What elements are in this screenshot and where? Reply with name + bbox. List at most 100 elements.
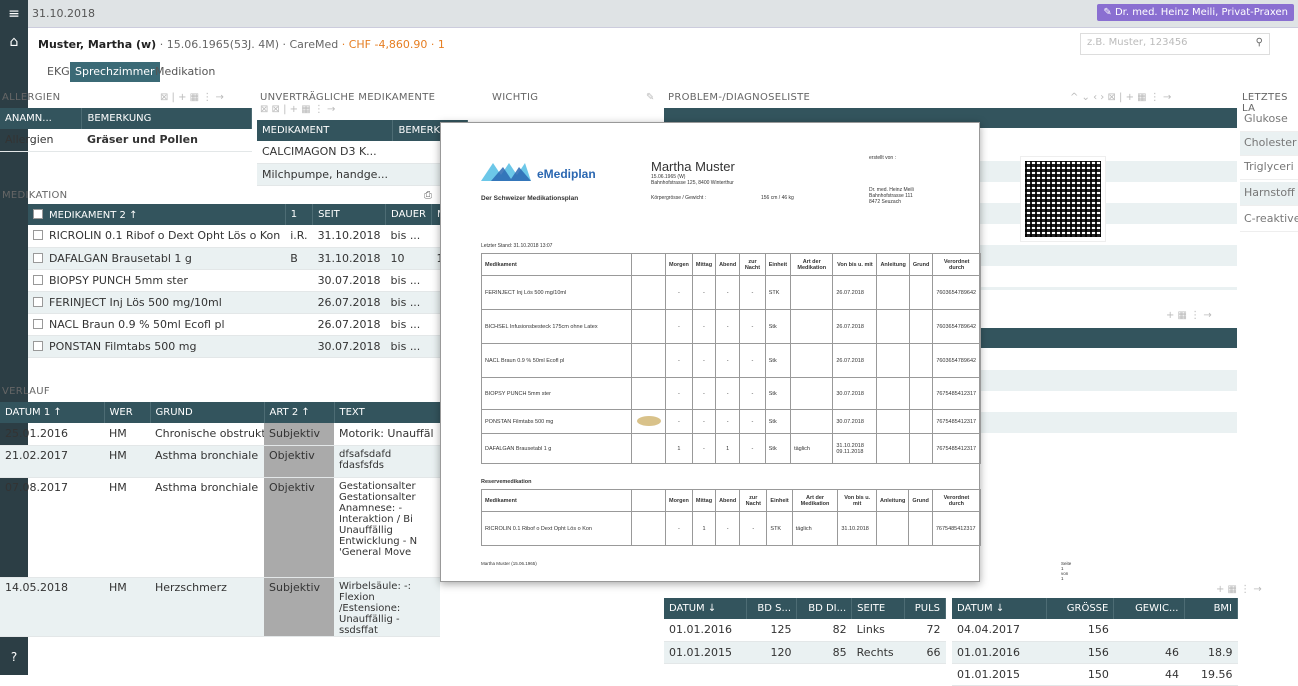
table-cell[interactable]: Milchpumpe, handge... bbox=[257, 163, 393, 186]
qr-code bbox=[1020, 156, 1106, 242]
col-header[interactable]: GRÖSSE bbox=[1046, 598, 1115, 619]
lab-item[interactable]: C-reaktive bbox=[1240, 208, 1298, 232]
growth-toolbar[interactable]: + ▦ ⋮ → bbox=[1216, 584, 1262, 595]
row-checkbox[interactable] bbox=[33, 274, 43, 285]
table-row[interactable]: 04.04.2017 156 bbox=[952, 619, 1238, 642]
tab-sprechzimmer[interactable]: Sprechzimmer bbox=[70, 62, 160, 82]
col-header[interactable]: 1 bbox=[285, 204, 314, 225]
col-header[interactable]: TEXT bbox=[334, 402, 441, 423]
table-row[interactable]: 25.01.2016HMChronische obstruktive...Sub… bbox=[0, 423, 440, 446]
problem-toolbar[interactable]: ^ ⌄ ‹ › ⊠ | + ▦ ⋮ → bbox=[1070, 92, 1171, 103]
table-row[interactable]: BIOPSY PUNCH 5mm ster 30.07.2018 bis ... bbox=[28, 269, 482, 292]
col-header[interactable]: MEDIKAMENT bbox=[257, 120, 394, 141]
allergy-type: Allergien bbox=[0, 129, 82, 152]
search-icon[interactable]: ⚲ bbox=[1256, 37, 1263, 48]
table-cell[interactable]: CALCIMAGON D3 K... bbox=[257, 141, 393, 164]
verlauf-table: DATUM 1 ↑ WER GRUND ART 2 ↑ TEXT 25.01.2016 H… bbox=[0, 402, 441, 637]
tab-medikation[interactable]: Medikation bbox=[150, 62, 220, 82]
emp-last-update: Letzter Stand: 31.10.2018 13:07 bbox=[481, 243, 553, 249]
table-row[interactable]: DAFALGAN Brausetabl 1 gB31.10.2018101 bbox=[28, 247, 482, 270]
allergien-toolbar[interactable]: ⊠ | + ▦ ⋮ → bbox=[160, 92, 224, 103]
current-date: 31.10.2018 bbox=[32, 7, 95, 20]
table-row[interactable]: 01.01.2016 125 82 Links 72 bbox=[664, 619, 946, 642]
col-header[interactable]: DAUER bbox=[385, 204, 432, 225]
row-checkbox[interactable] bbox=[33, 296, 43, 307]
unvert-title: UNVERTRÄGLICHE MEDIKAMENTE bbox=[260, 92, 436, 103]
emediplan-document[interactable]: eMediplan Der Schweizer Medikationsplan … bbox=[440, 122, 1106, 582]
row-checkbox[interactable] bbox=[33, 230, 43, 241]
emp-med-row: FERINJECT Inj Lös 500 mg/10ml - - - - STK 26.0… bbox=[481, 275, 981, 310]
edit-icon[interactable]: ✎ bbox=[646, 92, 654, 103]
table-row[interactable]: RICROLIN 0.1 Ribof o Dext Opht Lös o Kon… bbox=[28, 225, 482, 248]
print-icon[interactable]: ⎙ bbox=[424, 190, 432, 201]
emp-reserve-row: RICROLIN 0.1 Ribof o Dext Opht Lös o Kon… bbox=[481, 511, 982, 546]
allergy-note: Gräser und Pollen bbox=[81, 129, 252, 152]
emp-med-row: DAFALGAN Brausetabl 1 g 1-1- Stk täglich 31.… bbox=[481, 433, 981, 464]
patient-name: Muster, Martha (w) bbox=[38, 38, 157, 51]
verlauf-title: VERLAUF bbox=[2, 386, 50, 397]
table-row[interactable]: 14.05.2018 HM Herzschmerz Subjektiv Wirbelsä… bbox=[0, 577, 440, 637]
col-header[interactable]: DATUM ↓ bbox=[952, 598, 1047, 619]
row-checkbox[interactable] bbox=[33, 318, 43, 329]
col-header[interactable]: SEITE bbox=[851, 598, 906, 619]
vitals-table: DATUM ↓ BD S... BD DI... SEITE PULS 01.01.20… bbox=[664, 598, 946, 664]
emp-med-row: PONSTAN Filmtabs 500 mg - - - - Stk 30.07.2018… bbox=[481, 409, 981, 434]
patient-header: Muster, Martha (w) · 15.06.1965(53J. 4M)… bbox=[38, 38, 445, 51]
table-row[interactable]: 01.01.2015 150 44 19.56 bbox=[952, 663, 1238, 686]
medikation-table: MEDIKAMENT 2 ↑1SEITDAUERMOMI RICROLIN 0.… bbox=[28, 204, 483, 358]
col-header[interactable]: BMI bbox=[1184, 598, 1238, 619]
search-input[interactable]: z.B. Muster, 123456 ⚲ bbox=[1080, 33, 1270, 55]
lab-item[interactable]: Harnstoff bbox=[1240, 182, 1298, 206]
col-header[interactable]: BD S... bbox=[746, 598, 798, 619]
col-header[interactable]: WER bbox=[104, 402, 151, 423]
col-header[interactable]: ART 2 ↑ bbox=[264, 402, 335, 423]
col-header[interactable]: ANAMN... bbox=[0, 108, 83, 129]
emp-reserve-title: Reservemedikation bbox=[481, 479, 532, 485]
unvert-table: MEDIKAMENT BEMERKUNG CALCIMAGON D3 K... M… bbox=[257, 120, 469, 186]
col-header[interactable]: PULS bbox=[904, 598, 946, 619]
allergien-table: ANAMN... BEMERKUNG Allergien Gräser und Po… bbox=[0, 108, 252, 152]
row-checkbox[interactable] bbox=[33, 340, 43, 351]
wichtig-title: WICHTIG bbox=[492, 92, 539, 103]
medikation-title: MEDIKATION bbox=[2, 190, 68, 201]
emp-created-label: erstellt von : bbox=[869, 155, 896, 161]
emediplan-logo-icon bbox=[481, 163, 531, 181]
emp-body-label: Körpergrösse / Gewicht : bbox=[651, 195, 707, 201]
pill-image bbox=[636, 415, 661, 426]
col-header[interactable]: DATUM 1 ↑ bbox=[0, 402, 105, 423]
row-checkbox[interactable] bbox=[33, 252, 43, 263]
panel-toolbar[interactable]: + ▦ ⋮ → bbox=[1166, 310, 1212, 321]
emp-patient-name: Martha Muster bbox=[651, 159, 735, 174]
emp-footer: Martha Muster (15.06.1965) bbox=[481, 561, 537, 566]
lab-item[interactable]: Triglyceri bbox=[1240, 156, 1298, 180]
home-icon[interactable]: ⌂ bbox=[0, 34, 28, 50]
col-header[interactable]: MEDIKAMENT 2 ↑ bbox=[28, 204, 286, 225]
emp-med-table: Medikament Morgen Mittag Abend zur Nacht Einh… bbox=[481, 253, 981, 464]
lab-item[interactable]: Cholester bbox=[1240, 132, 1298, 156]
col-header[interactable]: DATUM ↓ bbox=[664, 598, 747, 619]
table-row[interactable]: PONSTAN Filmtabs 500 mg 30.07.2018 bis ... bbox=[28, 335, 482, 358]
emp-reserve-table: Medikament Morgen Mittag Abend zur Nacht Einh… bbox=[481, 489, 982, 546]
table-row[interactable]: NACL Braun 0.9 % 50ml Ecofl pl 26.07.2018… bbox=[28, 313, 482, 336]
col-header[interactable]: GRUND bbox=[150, 402, 265, 423]
col-header[interactable]: SEIT bbox=[312, 204, 387, 225]
col-header[interactable]: BEMERKUNG bbox=[81, 108, 252, 129]
emediplan-logo-text: eMediplan bbox=[537, 167, 596, 181]
lab-item[interactable]: Glukose bbox=[1240, 108, 1298, 132]
help-icon[interactable]: ? bbox=[0, 650, 28, 664]
table-row[interactable]: FERINJECT Inj Lös 500 mg/10ml 26.07.2018 b… bbox=[28, 291, 482, 314]
table-row[interactable]: 01.01.2015 120 85 Rechts 66 bbox=[664, 641, 946, 664]
table-row[interactable]: 07.08.2017 HM Asthma bronchiale Objektiv Ges… bbox=[0, 477, 440, 578]
menu-icon[interactable]: ≡ bbox=[0, 6, 28, 22]
panel-rows bbox=[980, 370, 1237, 450]
panel-header bbox=[980, 328, 1237, 348]
col-header[interactable]: GEWIC... bbox=[1113, 598, 1185, 619]
emp-page-number: Seite 1 von 1 bbox=[1061, 561, 1072, 581]
doctor-badge[interactable]: ✎ Dr. med. Heinz Meili, Privat-Praxen bbox=[1097, 4, 1294, 21]
unvert-toolbar[interactable]: ⊠ ⊠ | + ▦ ⋮ → bbox=[260, 104, 335, 115]
emp-patient-address: Bahnhofstrasse 125, 8400 Winterthur bbox=[651, 180, 734, 186]
table-row[interactable]: 01.01.2016 156 46 18.9 bbox=[952, 641, 1238, 664]
col-header[interactable]: BD DI... bbox=[796, 598, 853, 619]
emp-doctor-addr2: 8472 Seuzach bbox=[869, 199, 901, 205]
table-row[interactable]: 21.02.2017 HM Asthma bronchiale Objektiv dfs… bbox=[0, 445, 440, 478]
